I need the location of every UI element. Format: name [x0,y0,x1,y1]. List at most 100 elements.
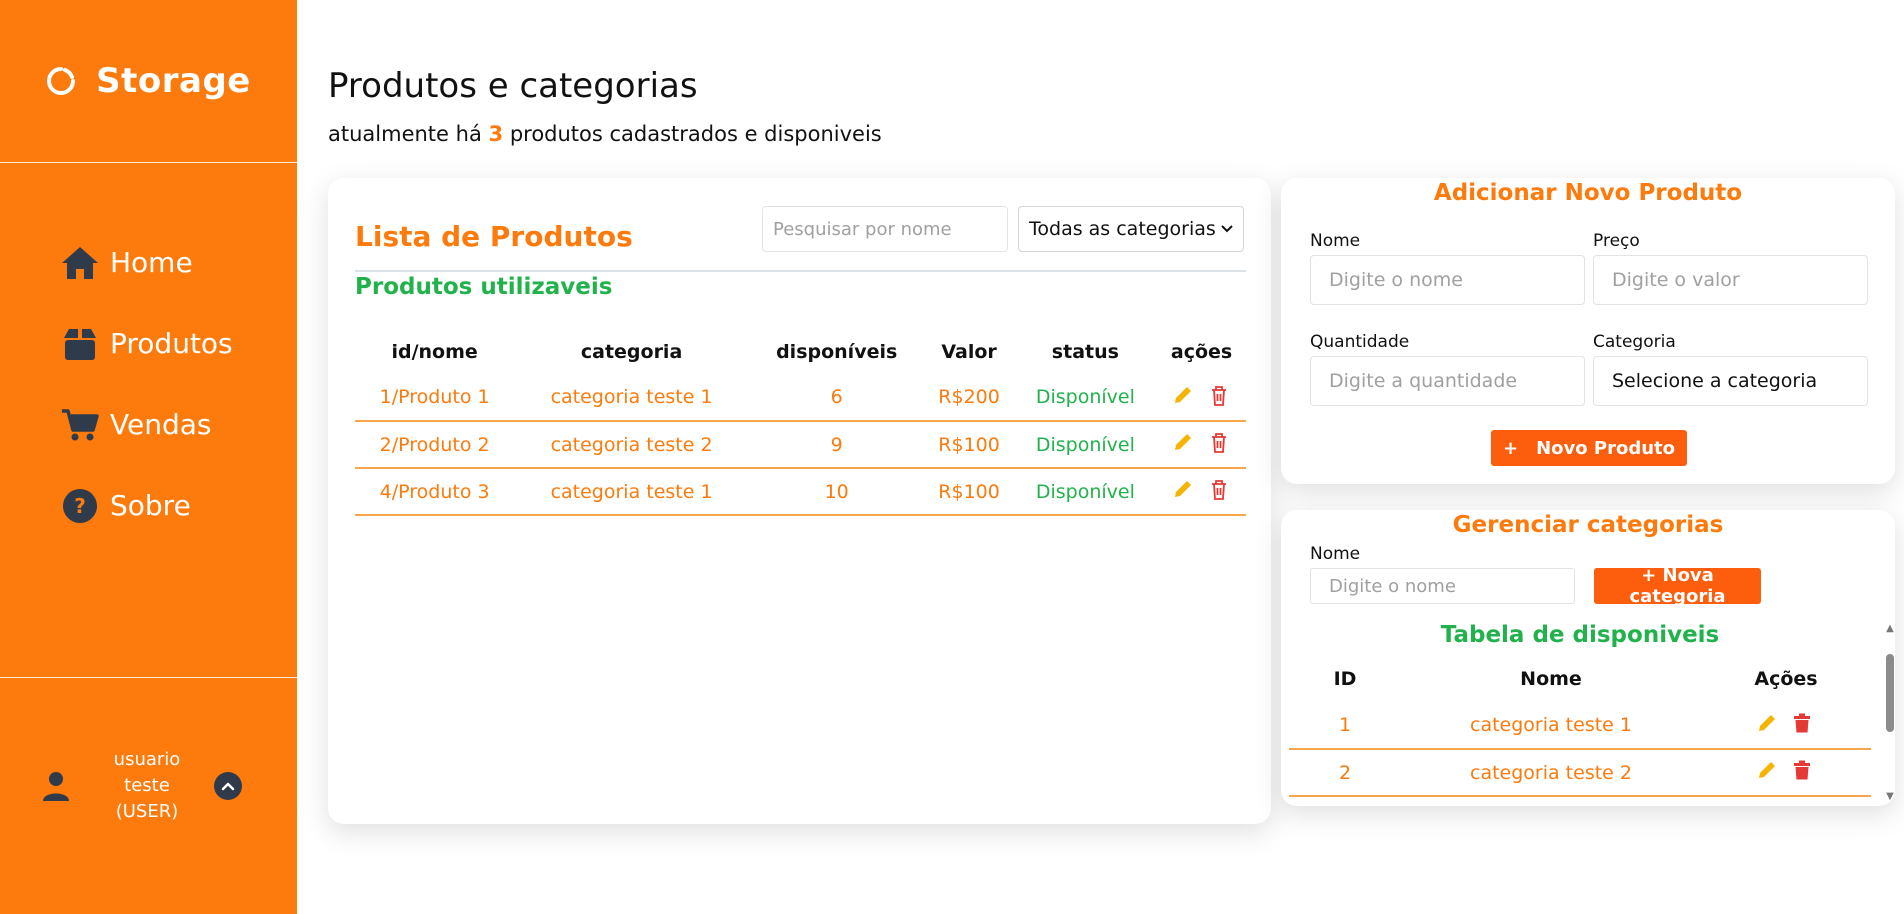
usable-products-title: Produtos utilizaveis [355,274,613,300]
category-name: categoria teste 1 [1401,702,1701,750]
available-table-title: Tabela de disponiveis [1440,622,1720,648]
new-category-button[interactable]: + Nova categoria [1594,565,1761,607]
products-card: Lista de Produtos Todas as categorias Pr… [328,178,1271,824]
category-label: Categoria [1593,332,1676,352]
quantity-label: Quantidade [1310,332,1410,352]
scrollbar-thumb[interactable] [1886,654,1894,732]
column-header: disponíveis [776,341,898,363]
cart-icon [60,405,100,445]
scroll-down-arrow-icon[interactable]: ▼ [1885,792,1895,802]
manage-categories-card: Gerenciar categorias Nome + Nova categor… [1281,510,1895,806]
product-count: 3 [488,122,504,146]
row-actions [1701,749,1871,797]
column-header: ID [1333,668,1357,690]
table-header: ID Nome Ações [1289,656,1871,702]
product-status: Disponível [1013,468,1158,516]
storage-logo-icon [47,67,76,95]
edit-pencil-icon[interactable] [1173,479,1195,501]
edit-pencil-icon[interactable] [1757,713,1779,735]
user-name: usuario teste [113,749,181,796]
product-quantity-input[interactable] [1310,356,1585,406]
product-value: R$100 [924,421,1014,469]
column-header: status [1051,341,1119,363]
sidebar-item-sobre[interactable]: ? Sobre [0,465,297,546]
product-category: categoria teste 1 [514,374,749,422]
new-product-label: Novo Produto [1536,437,1675,459]
chevron-up-icon [221,782,235,791]
sidebar-item-label: Produtos [110,327,233,360]
row-actions [1157,421,1246,469]
chevron-down-icon [1221,225,1233,233]
category-name-input[interactable] [1310,568,1575,604]
column-header: categoria [580,341,683,363]
edit-pencil-icon[interactable] [1173,432,1195,454]
row-actions [1157,374,1246,422]
product-status: Disponível [1013,421,1158,469]
trash-icon[interactable] [1793,713,1815,735]
products-table: id/nome categoria disponíveis Valor stat… [355,330,1246,516]
trash-outline-icon[interactable] [1209,432,1231,454]
row-actions [1701,702,1871,750]
row-actions [1157,468,1246,516]
product-available: 10 [748,468,925,516]
subtitle-suffix: produtos cadastrados e disponiveis [509,122,882,146]
page-title: Produtos e categorias [328,66,698,106]
product-name-input[interactable] [1310,255,1585,305]
home-icon [60,243,100,283]
table-row: 2 categoria teste 2 [1289,749,1871,797]
price-label: Preço [1593,231,1640,251]
product-idname: 1/Produto 1 [355,374,515,422]
box-icon [60,324,100,364]
category-name: categoria teste 2 [1401,749,1701,797]
product-value: R$200 [924,374,1014,422]
table-header: id/nome categoria disponíveis Valor stat… [355,330,1246,374]
column-header: Valor [941,341,997,363]
available-categories-panel: Tabela de disponiveis ID Nome Ações 1 ca… [1289,622,1895,806]
sidebar-item-produtos[interactable]: Produtos [0,303,297,384]
user-role: (USER) [115,801,179,822]
edit-pencil-icon[interactable] [1757,760,1779,782]
add-product-card: Adicionar Novo Produto Nome Preço Quanti… [1281,178,1895,484]
search-input[interactable] [762,206,1008,252]
sidebar-item-label: Home [110,246,193,279]
category-filter-select[interactable]: Todas as categorias [1018,206,1244,252]
column-header: Nome [1520,668,1582,690]
sidebar-item-label: Vendas [110,408,212,441]
categories-scrollbar[interactable]: ▲ ▼ [1885,624,1895,802]
product-category: categoria teste 2 [514,421,749,469]
category-id: 1 [1289,702,1401,750]
product-available: 6 [748,374,925,422]
column-header: id/nome [391,341,478,363]
question-icon: ? [60,486,100,526]
user-icon [43,772,69,801]
product-value: R$100 [924,468,1014,516]
table-row: 1/Produto 1 categoria teste 1 6 R$200 Di… [355,374,1246,422]
brand-name: Storage [96,61,251,101]
new-product-button[interactable]: + Novo Produto [1491,430,1687,466]
sidebar-nav: Home Produtos Vendas ? Sobre [0,222,297,546]
user-menu-toggle[interactable] [214,772,242,800]
table-row: 2/Produto 2 categoria teste 2 9 R$100 Di… [355,421,1246,469]
page-subtitle: atualmente há 3 produtos cadastrados e d… [328,122,882,146]
category-name-label: Nome [1310,544,1361,564]
sidebar: Storage Home Produtos Vendas ? Sobre usu… [0,0,297,914]
sidebar-item-vendas[interactable]: Vendas [0,384,297,465]
categories-table: ID Nome Ações 1 categoria teste 1 2 cate… [1289,656,1871,797]
edit-pencil-icon[interactable] [1173,385,1195,407]
trash-outline-icon[interactable] [1209,385,1231,407]
product-category-select[interactable]: Selecione a categoria [1593,356,1868,406]
product-idname: 4/Produto 3 [355,468,515,516]
sidebar-item-home[interactable]: Home [0,222,297,303]
scroll-up-arrow-icon[interactable]: ▲ [1885,624,1895,634]
list-divider [355,270,1246,272]
trash-icon[interactable] [1793,760,1815,782]
trash-outline-icon[interactable] [1209,479,1231,501]
category-filter-value: Todas as categorias [1029,218,1216,240]
table-row: 1 categoria teste 1 [1289,702,1871,750]
products-list-title: Lista de Produtos [355,220,633,253]
sidebar-divider [0,677,297,678]
column-header: Ações [1754,668,1818,690]
category-id: 2 [1289,749,1401,797]
brand[interactable]: Storage [0,0,297,163]
product-price-input[interactable] [1593,255,1868,305]
